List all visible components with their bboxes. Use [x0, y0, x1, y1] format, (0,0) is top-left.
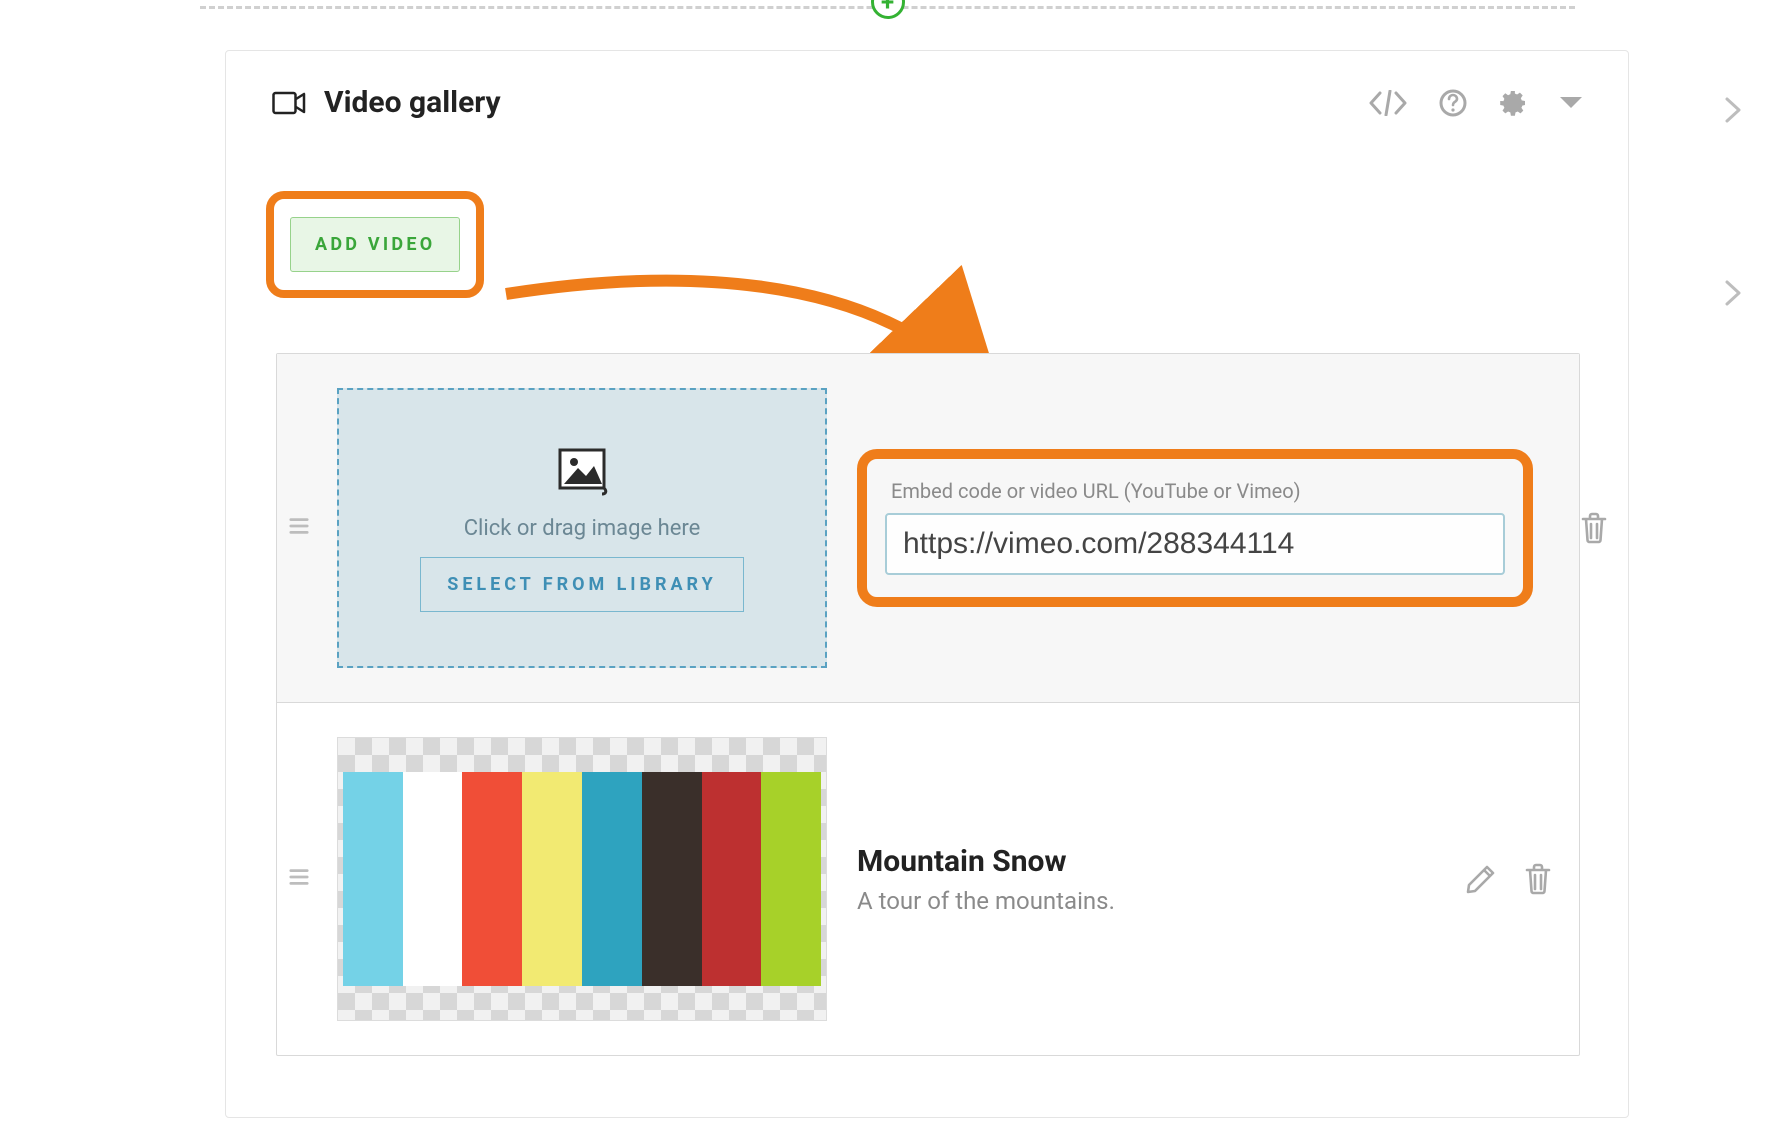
video-gallery-widget: Video gallery ADD VIDEO	[225, 50, 1629, 1118]
video-row-new: Click or drag image here SELECT FROM LIB…	[277, 354, 1579, 702]
right-rail-handle-2[interactable]	[1723, 278, 1745, 308]
row-drag-handle[interactable]	[289, 867, 309, 891]
section-divider: +	[0, 0, 1775, 16]
color-bars	[343, 772, 821, 986]
page: + Video gallery	[0, 0, 1775, 1127]
video-thumbnail[interactable]	[337, 737, 827, 1021]
video-url-input[interactable]	[885, 513, 1505, 575]
right-rail-handle-1[interactable]	[1723, 95, 1745, 125]
image-placeholder-icon	[552, 444, 612, 500]
video-camera-icon	[272, 90, 306, 116]
add-video-button[interactable]: ADD VIDEO	[290, 217, 460, 272]
video-url-highlight: Embed code or video URL (YouTube or Vime…	[857, 449, 1533, 607]
video-list: Click or drag image here SELECT FROM LIB…	[276, 353, 1580, 1056]
select-from-library-button[interactable]: SELECT FROM LIBRARY	[420, 557, 743, 612]
widget-title: Video gallery	[324, 85, 501, 120]
cover-dropzone[interactable]: Click or drag image here SELECT FROM LIB…	[337, 388, 827, 668]
video-url-area: Embed code or video URL (YouTube or Vime…	[857, 449, 1533, 607]
collapse-chevron-icon[interactable]	[1558, 94, 1584, 112]
video-row: Mountain Snow A tour of the mountains.	[277, 702, 1579, 1055]
gear-icon[interactable]	[1498, 88, 1528, 118]
add-video-highlight: ADD VIDEO	[266, 191, 484, 298]
trash-icon[interactable]	[1579, 511, 1609, 545]
video-title: Mountain Snow	[857, 844, 1419, 879]
help-icon[interactable]	[1438, 88, 1468, 118]
cover-dropzone-container: Click or drag image here SELECT FROM LIB…	[337, 388, 827, 668]
trash-icon[interactable]	[1523, 862, 1553, 896]
video-subtitle: A tour of the mountains.	[857, 887, 1419, 915]
widget-header: Video gallery	[226, 51, 1628, 120]
video-url-label: Embed code or video URL (YouTube or Vime…	[891, 479, 1505, 503]
row-drag-handle[interactable]	[289, 516, 309, 540]
pencil-icon[interactable]	[1465, 863, 1497, 895]
dropzone-hint: Click or drag image here	[464, 516, 701, 541]
code-icon[interactable]	[1368, 90, 1408, 116]
add-section-button[interactable]: +	[871, 0, 905, 19]
